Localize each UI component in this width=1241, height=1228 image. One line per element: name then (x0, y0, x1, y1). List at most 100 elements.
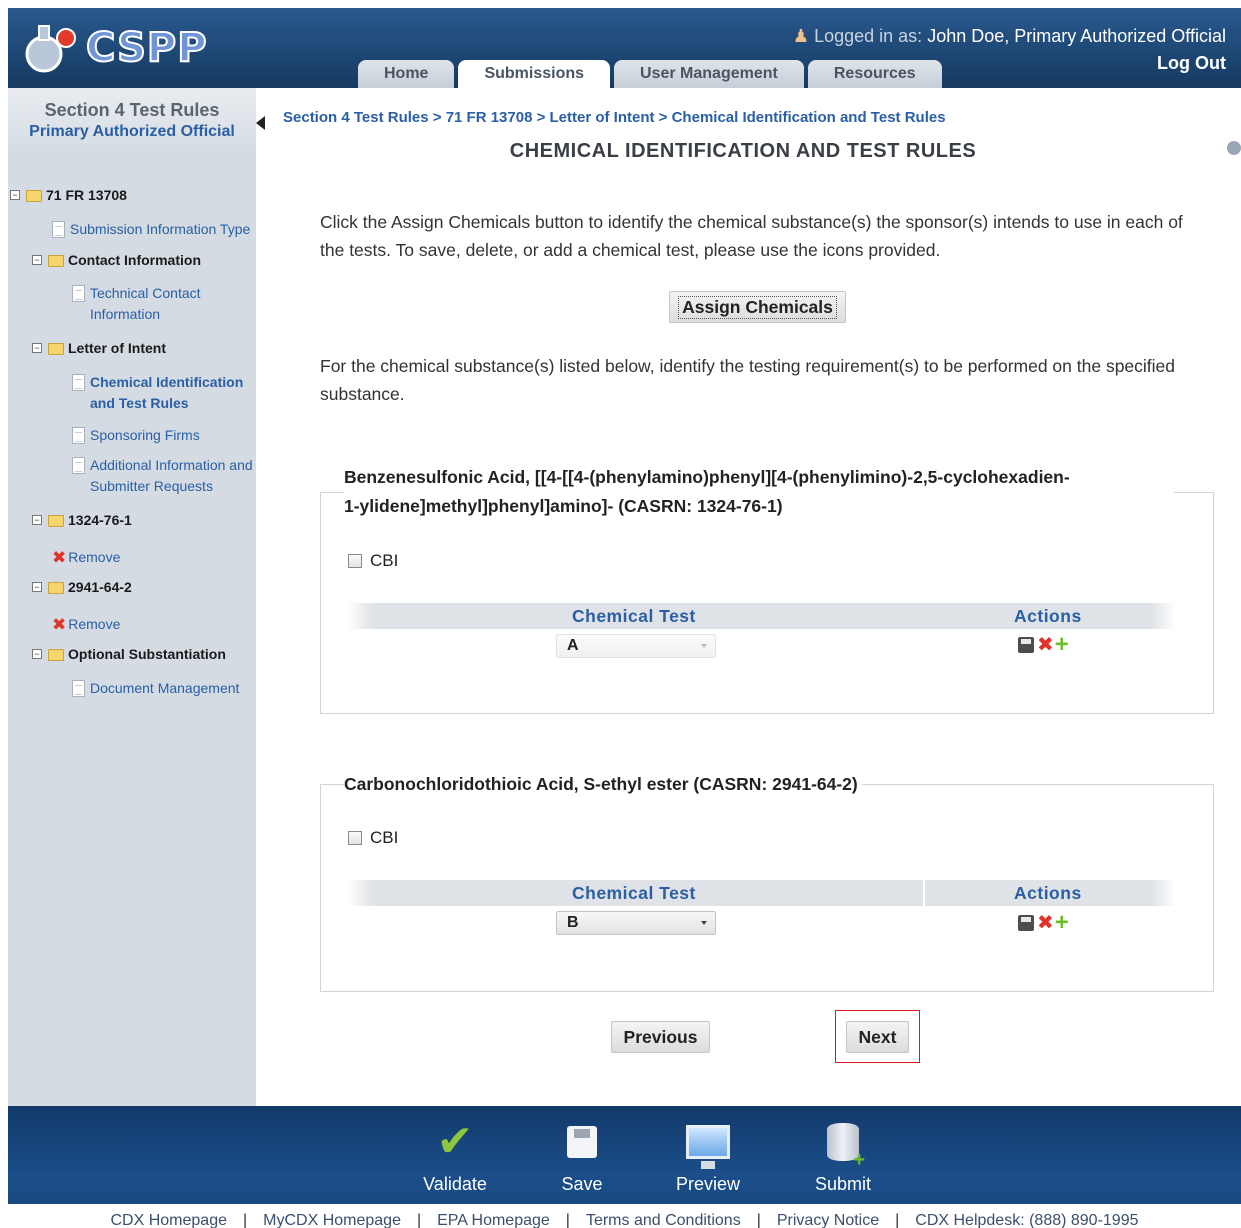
chemical-name-line1: Benzenesulfonic Acid, [[4-[[4-(phenylami… (344, 467, 1070, 487)
sidebar-title: Section 4 Test Rules (44, 100, 220, 120)
tree-item-submission-information-type[interactable]: Submission Information Type (52, 219, 250, 240)
selected-test-value: B (567, 914, 579, 931)
monitor-icon (686, 1125, 730, 1169)
sidebar-header: Section 4 Test Rules Primary Authorized … (8, 88, 256, 156)
cbi-checkbox[interactable] (348, 831, 362, 845)
tree-label: Contact Information (68, 252, 201, 268)
app-root: CSPP ♟ Logged in as: John Doe, Primary A… (0, 0, 1241, 1228)
user-icon: ♟ (792, 26, 810, 46)
link-separator: | (756, 1212, 761, 1228)
logout-link[interactable]: Log Out (1157, 53, 1226, 74)
chemical-test-table-header: Chemical Test Actions (348, 603, 1176, 629)
cbi-checkbox-row[interactable]: CBI (348, 551, 398, 571)
collapse-toggle-icon[interactable]: − (10, 190, 20, 200)
collapse-sidebar-icon[interactable] (256, 116, 265, 130)
link-cdx-helpdesk[interactable]: CDX Helpdesk: (888) 890-1995 (915, 1212, 1138, 1228)
logged-in-label: Logged in as: (814, 26, 923, 46)
tree-label: Chemical Identification and Test Rules (90, 372, 243, 414)
link-epa-homepage[interactable]: EPA Homepage (437, 1212, 550, 1228)
save-icon[interactable] (1018, 637, 1034, 653)
folder-icon (48, 343, 64, 355)
tree-label-line1: Additional Information and (90, 457, 253, 473)
link-separator: | (242, 1212, 248, 1228)
link-separator: | (416, 1212, 422, 1228)
action-toolbar: ✔ Validate Save Preview Submit (8, 1106, 1241, 1204)
tab-user-management[interactable]: User Management (614, 60, 804, 88)
tab-submissions[interactable]: Submissions (458, 60, 611, 88)
link-mycdx-homepage[interactable]: MyCDX Homepage (263, 1212, 401, 1228)
submit-button[interactable]: Submit (811, 1116, 875, 1195)
chemical-test-select[interactable]: B (556, 911, 716, 935)
chevron-down-icon (701, 644, 707, 648)
link-separator: | (895, 1212, 900, 1228)
collapse-toggle-icon[interactable]: − (32, 649, 42, 659)
tree-label-line1: Chemical Identification (90, 374, 244, 390)
breadcrumb[interactable]: Section 4 Test Rules > 71 FR 13708 > Let… (283, 109, 946, 126)
tree-item-remove-1324-76-1[interactable]: ✖ Remove (52, 547, 120, 568)
tab-resources[interactable]: Resources (807, 60, 942, 88)
tree-label: 1324-76-1 (68, 512, 132, 528)
collapse-toggle-icon[interactable]: − (32, 255, 42, 265)
chemical-test-table-header: Chemical Test Actions (348, 880, 1176, 906)
tree-node-letter-of-intent[interactable]: − Letter of Intent (32, 338, 166, 359)
cspp-logo[interactable]: CSPP (22, 18, 208, 78)
tree-item-additional-information[interactable]: Additional Information and Submitter Requ… (72, 455, 253, 497)
collapse-toggle-icon[interactable]: − (32, 343, 42, 353)
validate-button[interactable]: ✔ Validate (415, 1116, 495, 1195)
tree-item-remove-2941-64-2[interactable]: ✖ Remove (52, 614, 120, 635)
link-privacy-notice[interactable]: Privacy Notice (777, 1212, 879, 1228)
tree-node-contact-information[interactable]: − Contact Information (32, 250, 201, 271)
chemical-test-select[interactable]: A (556, 634, 716, 658)
link-terms-and-conditions[interactable]: Terms and Conditions (586, 1212, 741, 1228)
assign-chemicals-button[interactable]: Assign Chemicals (669, 291, 846, 323)
link-cdx-homepage[interactable]: CDX Homepage (110, 1212, 227, 1228)
validate-label: Validate (423, 1174, 487, 1194)
folder-icon (48, 649, 64, 661)
column-actions: Actions (1014, 883, 1082, 903)
tree-item-document-management[interactable]: Document Management (72, 678, 239, 699)
folder-icon (48, 515, 64, 527)
user-name: John Doe, Primary Authorized Official (927, 26, 1226, 46)
cbi-checkbox-row[interactable]: CBI (348, 828, 398, 848)
previous-button[interactable]: Previous (611, 1021, 710, 1053)
tree-node-cas-2941-64-2[interactable]: − 2941-64-2 (32, 577, 132, 598)
column-chemical-test: Chemical Test (572, 883, 696, 903)
tree-node-cas-1324-76-1[interactable]: − 1324-76-1 (32, 510, 132, 531)
add-icon[interactable]: + (1055, 633, 1069, 657)
cbi-label: CBI (370, 551, 399, 570)
tree-node-optional-substantiation[interactable]: − Optional Substantiation (32, 644, 226, 665)
preview-label: Preview (675, 1174, 741, 1194)
page-title: CHEMICAL IDENTIFICATION AND TEST RULES (509, 140, 977, 162)
save-button[interactable]: Save (552, 1116, 612, 1195)
cbi-checkbox[interactable] (348, 554, 362, 568)
document-icon (72, 285, 85, 302)
chemical-name-line2: 1-ylidene]methyl]phenyl]amino]- (CASRN: … (344, 496, 783, 516)
tree-item-chemical-identification[interactable]: Chemical Identification and Test Rules (72, 372, 243, 414)
collapse-toggle-icon[interactable]: − (32, 582, 42, 592)
tree-node-submission[interactable]: − 71 FR 13708 (10, 185, 127, 206)
tree-item-sponsoring-firms[interactable]: Sponsoring Firms (72, 425, 200, 446)
document-icon (52, 221, 65, 238)
delete-icon[interactable]: ✖ (1037, 635, 1054, 655)
tab-home[interactable]: Home (358, 60, 455, 88)
logged-in-status: ♟ Logged in as: John Doe, Primary Author… (793, 26, 1226, 47)
row-actions: ✖ + (1018, 633, 1069, 657)
main-nav-tabs: Home Submissions User Management Resourc… (358, 60, 946, 88)
tree-label: Sponsoring Firms (90, 427, 200, 443)
column-chemical-test: Chemical Test (572, 606, 696, 626)
remove-icon: ✖ (52, 548, 67, 567)
tree-label: Submission Information Type (70, 221, 251, 237)
tree-label: Technical Contact Information (90, 283, 201, 325)
tree-label-line2: and Test Rules (90, 395, 189, 411)
document-icon (72, 680, 85, 697)
tree-item-technical-contact[interactable]: Technical Contact Information (72, 283, 201, 325)
collapse-toggle-icon[interactable]: − (32, 515, 42, 525)
preview-button[interactable]: Preview (670, 1116, 746, 1195)
help-icon[interactable] (1227, 141, 1241, 155)
app-header: CSPP ♟ Logged in as: John Doe, Primary A… (8, 8, 1241, 88)
add-icon[interactable]: + (1055, 911, 1069, 935)
delete-icon[interactable]: ✖ (1037, 913, 1054, 933)
save-icon[interactable] (1018, 915, 1034, 931)
next-button[interactable]: Next (846, 1021, 909, 1053)
tree-label: 2941-64-2 (68, 579, 132, 595)
